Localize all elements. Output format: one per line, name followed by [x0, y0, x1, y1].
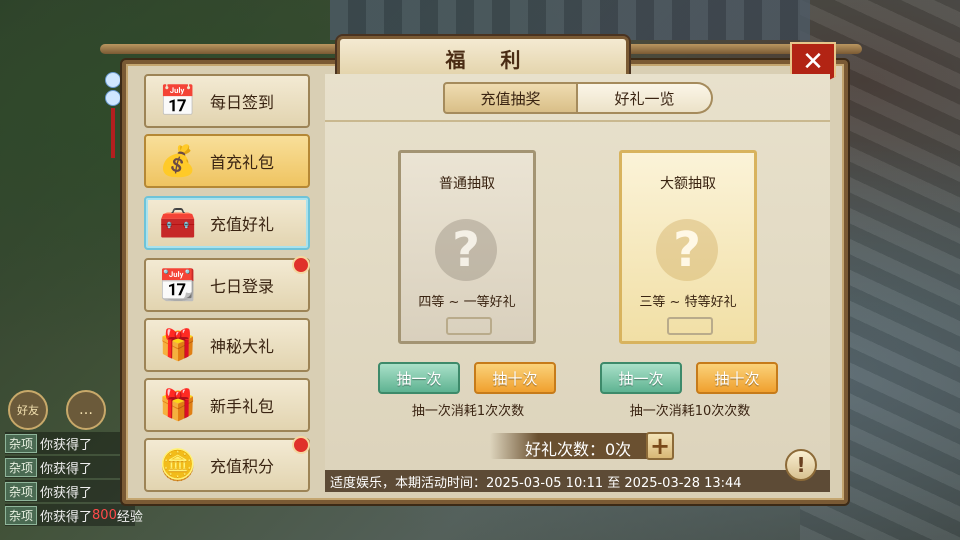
large-draw-cost: 抽一次消耗10次次数 [629, 404, 751, 419]
chat-text: 你获得了 [40, 509, 93, 525]
sidebar-item-daily-signin[interactable]: 📅 每日签到 [144, 74, 310, 128]
chat-line: 杂项 你获得了 [5, 456, 135, 478]
panel-title: 福 利 [445, 47, 535, 72]
background-building [330, 0, 810, 40]
button-label: 抽一次 [396, 369, 442, 388]
tab-gift-overview[interactable]: 好礼一览 [578, 82, 713, 114]
card-ornament [446, 317, 492, 335]
sidebar-item-first-recharge[interactable]: 💰 首充礼包 [144, 134, 310, 188]
hud-bead-ornament [105, 70, 121, 165]
chat-button[interactable]: … [66, 390, 106, 430]
gold-coins-icon: 🪙 [159, 447, 197, 483]
exclamation-icon: ! [796, 453, 806, 477]
sidebar-item-label: 神秘大礼 [210, 337, 275, 356]
sidebar-item-recharge-gift[interactable]: 🧰 充值好礼 [144, 196, 310, 250]
chat-tag: 杂项 [5, 481, 38, 501]
divider [325, 120, 830, 122]
large-draw-ten-button[interactable]: 抽十次 [696, 362, 778, 394]
tab-recharge-draw[interactable]: 充值抽奖 [443, 82, 578, 114]
card-subtitle: 四等 ~ 一等好礼 [418, 295, 516, 310]
activity-footer: 适度娱乐，本期活动时间：2025-03-05 10:11 至 2025-03-2… [325, 470, 830, 492]
chat-text: 你获得了 [40, 437, 93, 453]
calendar-check-icon: 📅 [159, 83, 197, 119]
sidebar-item-label: 首充礼包 [210, 153, 275, 172]
tab-label: 好礼一览 [614, 89, 675, 108]
chat-text: 你获得了 [40, 485, 93, 501]
help-button[interactable]: ! [785, 449, 817, 481]
button-label: 抽十次 [714, 369, 760, 388]
sidebar-item-newbie-pack[interactable]: 🎁 新手礼包 [144, 378, 310, 432]
notification-dot [292, 256, 310, 274]
sidebar-item-label: 充值好礼 [210, 215, 275, 234]
chat-line: 杂项 你获得了 [5, 480, 135, 502]
calendar-seven-icon: 📆 [159, 267, 197, 303]
sidebar-item-seven-day-login[interactable]: 📆 七日登录 [144, 256, 310, 312]
chat-bubble-icon: … [79, 402, 93, 418]
chat-highlight: 800 [92, 507, 117, 523]
button-label: 抽一次 [618, 369, 664, 388]
sidebar-item-label: 七日登录 [210, 277, 275, 296]
chat-text: 你获得了 [40, 461, 93, 477]
chat-tag: 杂项 [5, 505, 38, 525]
mystery-question-icon: ? [656, 219, 718, 281]
chat-suffix: 经验 [116, 509, 143, 525]
tab-bar: 充值抽奖 好礼一览 [443, 82, 713, 116]
tab-label: 充值抽奖 [480, 89, 541, 108]
notification-dot [292, 436, 310, 454]
mystery-question-icon: ? [435, 219, 497, 281]
sidebar-item-mystery-gift[interactable]: 🎁 神秘大礼 [144, 318, 310, 372]
friend-button[interactable]: 好友 [8, 390, 48, 430]
sidebar: 📅 每日签到 💰 首充礼包 🧰 充值好礼 📆 七日登录 🎁 神秘大礼 🎁 新手礼… [140, 74, 316, 492]
draw-card-normal[interactable]: 普通抽取 ? 四等 ~ 一等好礼 [398, 150, 536, 344]
button-label: 抽十次 [492, 369, 538, 388]
chat-log: 杂项 你获得了 杂项 你获得了 杂项 你获得了 杂项 你获得了 800 经验 [5, 432, 143, 528]
footer-text: 适度娱乐，本期活动时间：2025-03-05 10:11 至 2025-03-2… [330, 475, 742, 491]
normal-draw-cost: 抽一次消耗1次次数 [411, 404, 525, 419]
chat-line: 杂项 你获得了 [5, 432, 135, 454]
gold-chest-icon: 🎁 [159, 327, 197, 363]
large-draw-once-button[interactable]: 抽一次 [600, 362, 682, 394]
card-title: 大额抽取 [660, 176, 716, 192]
normal-draw-ten-button[interactable]: 抽十次 [474, 362, 556, 394]
chat-tag: 杂项 [5, 457, 38, 477]
add-count-button[interactable]: + [646, 432, 674, 460]
card-title: 普通抽取 [439, 176, 495, 192]
plus-icon: + [649, 432, 671, 460]
money-bag-icon: 💰 [159, 143, 197, 179]
card-subtitle: 三等 ~ 特等好礼 [639, 295, 737, 310]
chat-tag: 杂项 [5, 433, 38, 453]
treasure-chest-icon: 🧰 [159, 205, 197, 241]
draw-count-label: 好礼次数：0次 [525, 440, 632, 459]
sidebar-item-recharge-points[interactable]: 🪙 充值积分 [144, 436, 310, 492]
chat-line: 杂项 你获得了 800 经验 [5, 504, 143, 526]
sidebar-item-label: 新手礼包 [210, 397, 275, 416]
card-ornament [667, 317, 713, 335]
sidebar-item-label: 充值积分 [210, 457, 275, 476]
draw-card-large[interactable]: 大额抽取 ? 三等 ~ 特等好礼 [619, 150, 757, 344]
gift-box-icon: 🎁 [159, 387, 197, 423]
friend-label: 好友 [17, 404, 39, 417]
normal-draw-once-button[interactable]: 抽一次 [378, 362, 460, 394]
sidebar-item-label: 每日签到 [210, 93, 275, 112]
